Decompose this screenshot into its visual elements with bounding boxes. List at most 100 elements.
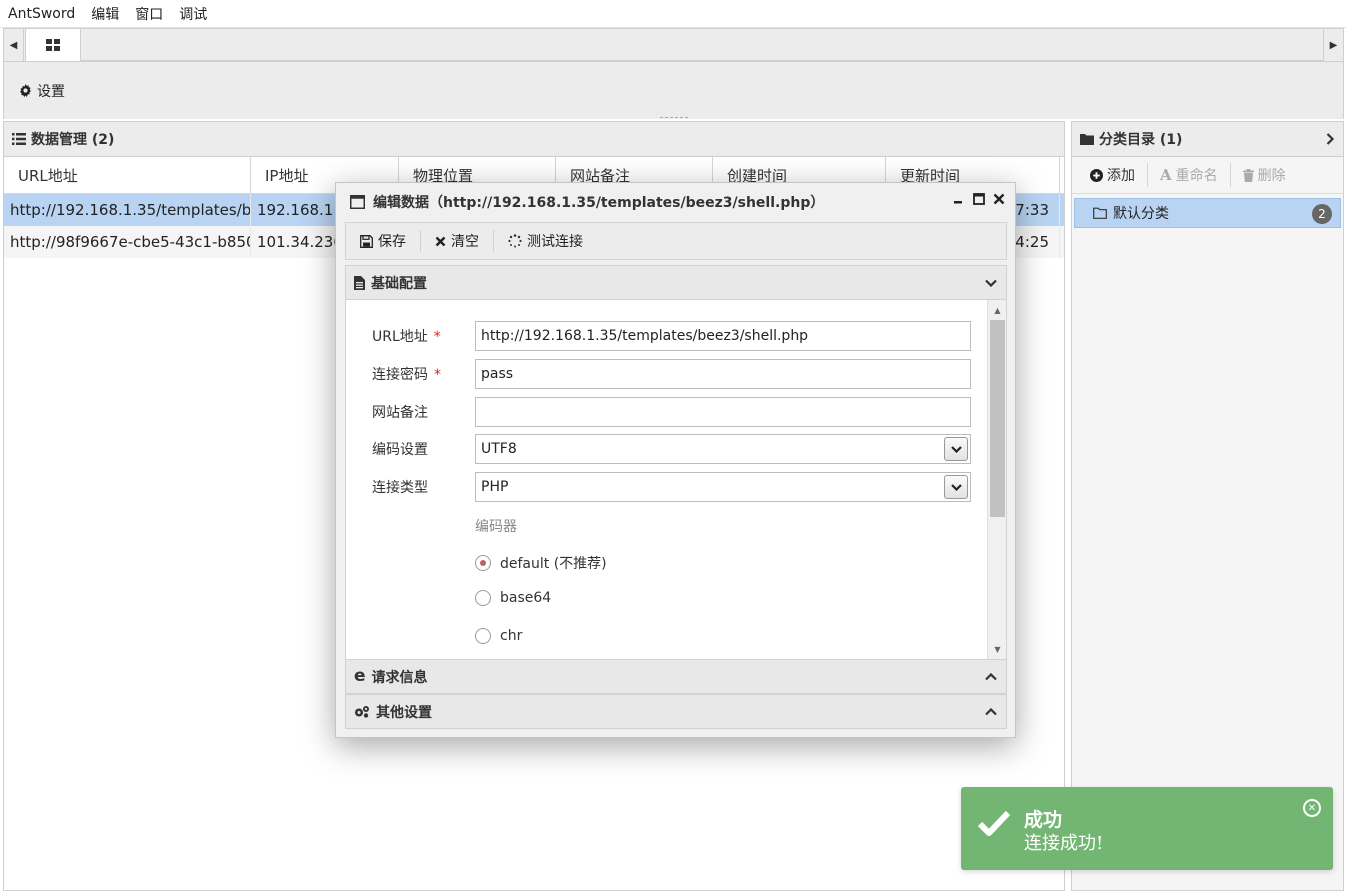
success-toast: 成功 连接成功! ✕ <box>961 787 1333 870</box>
rename-category-label: 重命名 <box>1175 168 1218 184</box>
dialog-toolbar: 保存 清空 测试连接 <box>345 222 1007 260</box>
tab-strip: ◀ ▶ <box>3 28 1344 62</box>
trash-icon <box>1242 168 1254 182</box>
clear-button[interactable]: 清空 <box>435 230 494 252</box>
save-label: 保存 <box>378 234 406 250</box>
edge-icon: e <box>354 666 366 686</box>
request-info-title: 请求信息 <box>371 669 428 686</box>
menu-edit[interactable]: 编辑 <box>91 4 119 24</box>
basic-config-header[interactable]: 基础配置 <box>345 265 1007 300</box>
list-icon <box>12 133 26 145</box>
required-mark: * <box>434 367 441 383</box>
note-row: 网站备注 <box>372 397 971 427</box>
splitter-grip[interactable] <box>660 117 688 118</box>
plus-circle-icon <box>1090 168 1103 182</box>
category-panel: 分类目录 (1) 添加 A 重命名 删除 默认分类 2 <box>1071 121 1344 891</box>
col-url[interactable]: URL地址 <box>4 157 251 193</box>
dialog-titlebar[interactable]: 编辑数据（http://192.168.1.35/templates/beez3… <box>336 183 1015 221</box>
menubar: AntSword 编辑 窗口 调试 <box>0 0 1346 28</box>
cell-url: http://192.168.1.35/templates/beez3/shel… <box>4 194 251 226</box>
encoder-option-default[interactable]: default (不推荐) <box>475 553 607 573</box>
note-input[interactable] <box>475 397 971 427</box>
password-value: pass <box>481 366 514 382</box>
tab-strip-line <box>81 60 1323 61</box>
rename-category-button[interactable]: A 重命名 <box>1160 163 1231 187</box>
other-settings-title: 其他设置 <box>376 704 432 721</box>
checkmark-icon <box>977 810 1011 836</box>
url-row: URL地址 * http://192.168.1.35/templates/bee… <box>372 321 971 351</box>
scroll-up-icon[interactable]: ▲ <box>988 302 1006 318</box>
x-icon <box>435 236 446 246</box>
basic-config-body: URL地址 * http://192.168.1.35/templates/bee… <box>345 300 1007 659</box>
font-icon: A <box>1160 166 1172 184</box>
type-value: PHP <box>481 479 509 495</box>
menu-antsword[interactable]: AntSword <box>8 6 75 22</box>
delete-category-button[interactable]: 删除 <box>1242 163 1298 187</box>
settings-button[interactable]: 设置 <box>19 81 65 101</box>
scroll-thumb[interactable] <box>990 320 1005 517</box>
data-panel-title: 数据管理 (2) <box>31 132 115 148</box>
other-settings-header[interactable]: 其他设置 <box>345 694 1007 729</box>
encoder-option-chr[interactable]: chr <box>475 628 522 644</box>
close-icon[interactable] <box>993 193 1005 205</box>
chevron-down-icon[interactable] <box>944 475 968 499</box>
dialog-title: 编辑数据（http://192.168.1.35/templates/beez3… <box>373 195 825 211</box>
password-input[interactable]: pass <box>475 359 971 389</box>
gear-icon <box>19 84 32 97</box>
chevron-up-icon <box>985 707 997 715</box>
add-category-button[interactable]: 添加 <box>1090 163 1148 187</box>
encoding-select[interactable]: UTF8 <box>475 434 971 464</box>
password-label-wrap: 连接密码 * <box>372 364 475 384</box>
menu-debug[interactable]: 调试 <box>179 4 207 24</box>
category-item-default[interactable]: 默认分类 2 <box>1074 198 1341 228</box>
encoder-option-base64[interactable]: base64 <box>475 590 551 606</box>
category-item-label: 默认分类 <box>1113 206 1169 222</box>
required-mark: * <box>433 329 441 345</box>
encoder-option-label: chr <box>500 628 523 644</box>
test-connection-label: 测试连接 <box>527 234 583 250</box>
url-value: http://192.168.1.35/templates/beez3/shel… <box>481 328 809 344</box>
delete-category-label: 删除 <box>1257 168 1286 184</box>
radio-unchecked-icon[interactable] <box>475 628 491 644</box>
chevron-right-icon[interactable] <box>1326 133 1335 145</box>
cell-url: http://98f9667e-cbe5-43c1-b850-9 <box>4 226 251 258</box>
dialog-window-buttons <box>953 193 1005 205</box>
encoding-value: UTF8 <box>481 441 517 457</box>
scroll-down-icon[interactable]: ▼ <box>988 641 1006 657</box>
data-panel-header: 数据管理 (2) <box>4 122 1064 157</box>
encoder-title: 编码器 <box>475 519 517 535</box>
category-toolbar: 添加 A 重命名 删除 <box>1072 157 1343 194</box>
spinner-icon <box>508 234 522 248</box>
chevron-down-icon[interactable] <box>944 437 968 461</box>
form-scrollbar[interactable]: ▲ ▼ <box>987 300 1006 659</box>
url-label: URL地址 <box>372 329 428 345</box>
chevron-down-icon <box>985 279 997 287</box>
request-info-header[interactable]: e 请求信息 <box>345 659 1007 694</box>
maximize-icon[interactable] <box>973 193 985 205</box>
main-toolbar: 设置 <box>3 62 1344 119</box>
save-button[interactable]: 保存 <box>360 230 421 252</box>
password-label: 连接密码 <box>372 367 428 383</box>
encoder-option-label: base64 <box>500 590 552 606</box>
radio-checked-icon[interactable] <box>475 555 491 571</box>
folder-outline-icon <box>1093 207 1107 219</box>
category-panel-header: 分类目录 (1) <box>1072 122 1343 157</box>
minimize-icon[interactable] <box>953 193 965 205</box>
category-panel-title: 分类目录 (1) <box>1099 132 1183 148</box>
toast-message: 连接成功! <box>1024 833 1104 854</box>
category-header-group: 分类目录 (1) <box>1080 129 1182 149</box>
tab-scroll-right-icon[interactable]: ▶ <box>1323 29 1343 61</box>
tab-scroll-left-icon[interactable]: ◀ <box>4 29 24 61</box>
radio-unchecked-icon[interactable] <box>475 590 491 606</box>
floppy-icon <box>360 234 373 248</box>
settings-label: 设置 <box>37 83 65 100</box>
chevron-up-icon <box>985 672 997 680</box>
category-count-badge: 2 <box>1312 204 1332 224</box>
url-input[interactable]: http://192.168.1.35/templates/beez3/shel… <box>475 321 971 351</box>
menu-window[interactable]: 窗口 <box>135 4 163 24</box>
type-select[interactable]: PHP <box>475 472 971 502</box>
toast-close-icon[interactable]: ✕ <box>1303 799 1321 817</box>
tab-home[interactable] <box>25 28 81 61</box>
note-label: 网站备注 <box>372 405 428 421</box>
test-connection-button[interactable]: 测试连接 <box>508 230 597 252</box>
